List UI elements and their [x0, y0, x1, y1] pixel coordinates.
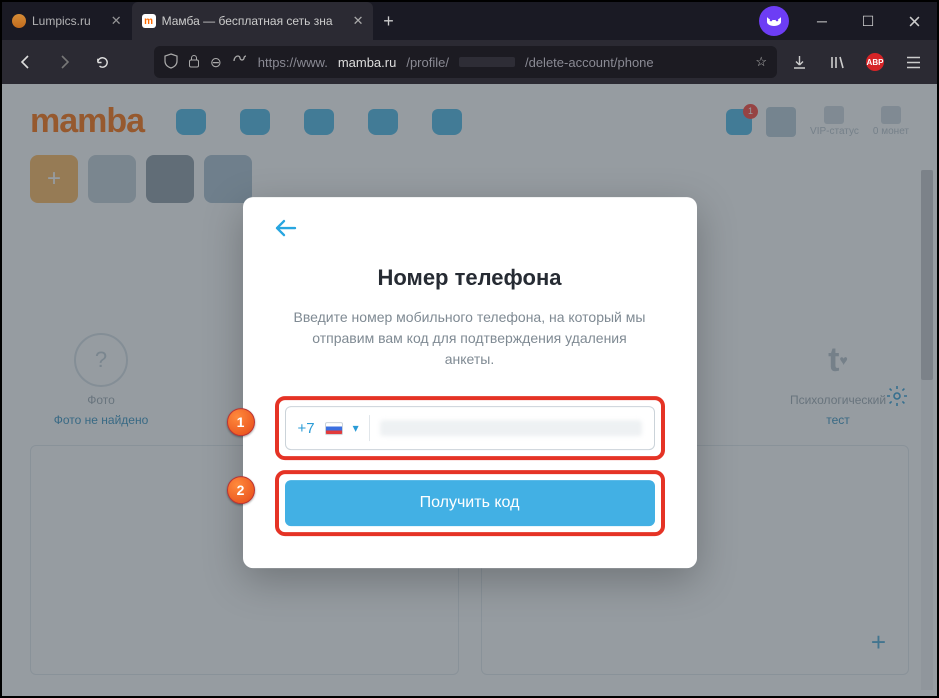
- modal-title: Номер телефона: [275, 265, 665, 291]
- url-path: /delete-account/phone: [525, 55, 654, 70]
- window-close-button[interactable]: [891, 2, 937, 40]
- highlight-box: Получить код: [275, 470, 665, 536]
- flag-ru-icon: [325, 422, 343, 435]
- browser-toolbar: ⊖ https://www. mamba.ru/profile/ /delete-a…: [2, 40, 937, 84]
- tab-title: Мамба — бесплатная сеть зна: [162, 14, 333, 28]
- highlight-box: +7 ▾: [275, 396, 665, 460]
- close-tab-icon[interactable]: ✕: [111, 13, 122, 29]
- url-bar[interactable]: ⊖ https://www. mamba.ru/profile/ /delete-a…: [154, 46, 777, 78]
- chevron-down-icon[interactable]: ▾: [353, 421, 359, 435]
- browser-tab-0[interactable]: Lumpics.ru ✕: [2, 2, 132, 40]
- downloads-icon[interactable]: [783, 46, 815, 78]
- lock-icon[interactable]: [188, 54, 200, 71]
- url-domain: mamba.ru: [338, 55, 397, 70]
- tab-title: Lumpics.ru: [32, 14, 91, 28]
- divider: [369, 415, 370, 441]
- url-redacted: [459, 57, 515, 67]
- annotation-step-2: 2: [227, 476, 255, 504]
- container-mask-icon[interactable]: [759, 6, 789, 36]
- page-content: mamba 1 VIP-статус: [2, 84, 937, 696]
- url-prefix: https://www.: [258, 55, 328, 70]
- window-maximize-button[interactable]: ☐: [845, 2, 891, 40]
- bookmark-icon[interactable]: ☆: [755, 54, 767, 70]
- window-minimize-button[interactable]: ─: [799, 2, 845, 40]
- modal-description: Введите номер мобильного телефона, на ко…: [290, 307, 650, 370]
- phone-verification-modal: Номер телефона Введите номер мобильного …: [243, 197, 697, 568]
- app-menu-button[interactable]: [897, 46, 929, 78]
- get-code-button[interactable]: Получить код: [285, 480, 655, 526]
- adblock-icon[interactable]: ABP: [859, 46, 891, 78]
- annotation-step-1: 1: [227, 408, 255, 436]
- nav-forward-button[interactable]: [48, 46, 80, 78]
- phone-input-group: +7 ▾: [285, 406, 655, 450]
- favicon-mamba-icon: m: [142, 14, 156, 28]
- new-tab-button[interactable]: +: [373, 2, 403, 40]
- nav-reload-button[interactable]: [86, 46, 118, 78]
- favicon-lumpics-icon: [12, 14, 26, 28]
- library-icon[interactable]: [821, 46, 853, 78]
- close-tab-icon[interactable]: ✕: [353, 13, 364, 29]
- shield-icon[interactable]: [164, 53, 178, 72]
- browser-tab-1[interactable]: m Мамба — бесплатная сеть зна ✕: [132, 2, 374, 40]
- permissions-icon[interactable]: ⊖: [210, 54, 222, 71]
- nav-back-button[interactable]: [10, 46, 42, 78]
- window-titlebar: Lumpics.ru ✕ m Мамба — бесплатная сеть з…: [2, 2, 937, 40]
- phone-number-input[interactable]: [380, 420, 642, 436]
- modal-back-button[interactable]: [275, 215, 301, 241]
- extension-icon[interactable]: [232, 54, 248, 71]
- url-path: /profile/: [406, 55, 449, 70]
- country-code[interactable]: +7: [298, 420, 315, 437]
